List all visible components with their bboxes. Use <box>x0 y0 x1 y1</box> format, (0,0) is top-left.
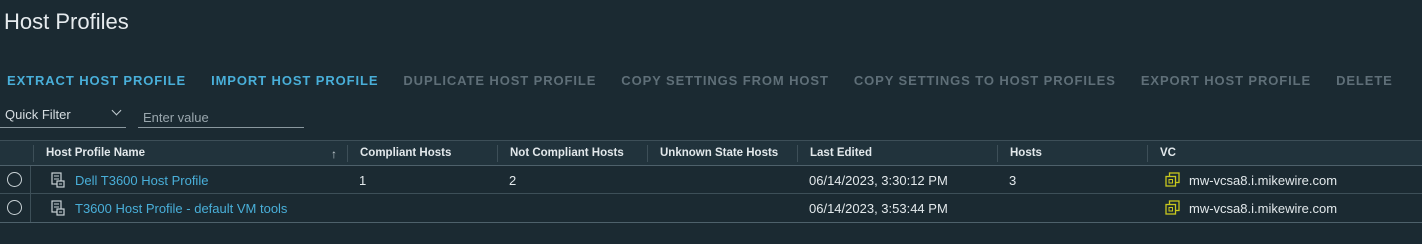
column-header-not-compliant-hosts[interactable]: Not Compliant Hosts <box>497 145 647 162</box>
host-profile-icon <box>51 172 65 188</box>
host-profile-name-link[interactable]: Dell T3600 Host Profile <box>75 166 208 194</box>
toolbar: EXTRACT HOST PROFILE IMPORT HOST PROFILE… <box>0 70 1418 90</box>
duplicate-host-profile-button[interactable]: DUPLICATE HOST PROFILE <box>403 73 596 88</box>
vc-value: mw-vcsa8.i.mikewire.com <box>1189 201 1338 216</box>
quick-filter-select[interactable]: Quick Filter <box>0 104 126 128</box>
import-host-profile-button[interactable]: IMPORT HOST PROFILE <box>211 73 378 88</box>
row-select-radio[interactable] <box>7 200 22 215</box>
vcenter-icon <box>1165 200 1180 215</box>
column-header-hosts[interactable]: Hosts <box>997 145 1147 162</box>
host-profile-name-link[interactable]: T3600 Host Profile - default VM tools <box>75 194 287 222</box>
column-header-vc[interactable]: VC <box>1147 145 1422 162</box>
vcenter-icon <box>1165 172 1180 187</box>
host-profiles-grid: Host Profile Name ↑ Compliant Hosts Not … <box>0 140 1422 223</box>
last-edited-value: 06/14/2023, 3:30:12 PM <box>809 173 948 188</box>
grid-header: Host Profile Name ↑ Compliant Hosts Not … <box>0 141 1422 166</box>
page-title: Host Profiles <box>4 9 129 34</box>
delete-button[interactable]: DELETE <box>1336 73 1393 88</box>
table-row[interactable]: Dell T3600 Host Profile 1 2 06/14/2023, … <box>0 166 1422 194</box>
column-header-host-profile-name[interactable]: Host Profile Name ↑ <box>33 145 347 162</box>
last-edited-value: 06/14/2023, 3:53:44 PM <box>809 201 948 216</box>
extract-host-profile-button[interactable]: EXTRACT HOST PROFILE <box>7 73 186 88</box>
copy-settings-from-host-button[interactable]: COPY SETTINGS FROM HOST <box>621 73 829 88</box>
filter-value-input[interactable] <box>138 104 304 128</box>
row-select-radio[interactable] <box>7 172 22 187</box>
not-compliant-hosts-value: 2 <box>509 173 517 188</box>
column-header-compliant-hosts[interactable]: Compliant Hosts <box>347 145 497 162</box>
hosts-value: 3 <box>1009 173 1017 188</box>
compliant-hosts-value: 1 <box>359 173 367 188</box>
copy-settings-to-host-profiles-button[interactable]: COPY SETTINGS TO HOST PROFILES <box>854 73 1116 88</box>
quick-filter-label: Quick Filter <box>5 107 71 122</box>
vc-value: mw-vcsa8.i.mikewire.com <box>1189 173 1338 188</box>
column-header-unknown-state-hosts[interactable]: Unknown State Hosts <box>647 145 797 162</box>
table-row[interactable]: T3600 Host Profile - default VM tools 06… <box>0 194 1422 222</box>
host-profile-icon <box>51 200 65 216</box>
export-host-profile-button[interactable]: EXPORT HOST PROFILE <box>1141 73 1311 88</box>
sort-ascending-icon[interactable]: ↑ <box>331 147 337 161</box>
chevron-down-icon <box>111 105 122 116</box>
column-header-last-edited[interactable]: Last Edited <box>797 145 997 162</box>
